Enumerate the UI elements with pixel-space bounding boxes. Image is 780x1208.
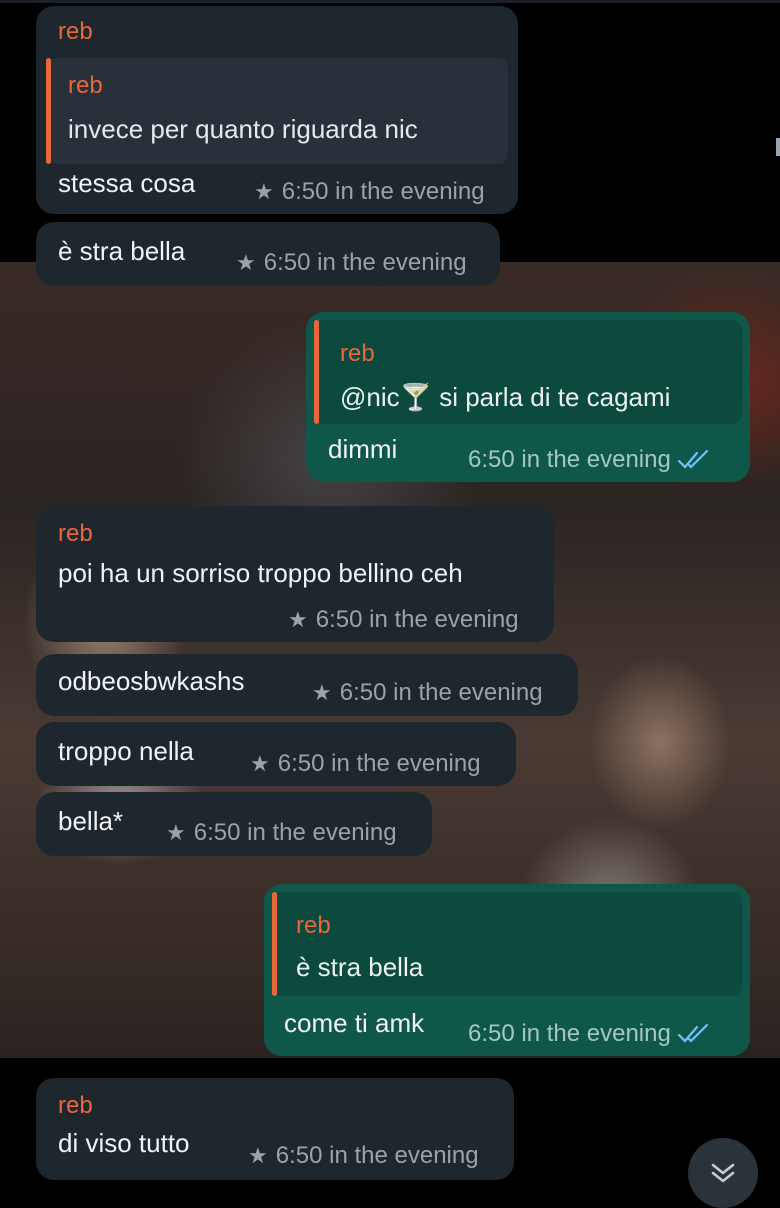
message-bubble[interactable]: è stra bella ★ 6:50 in the evening (36, 222, 500, 286)
chevron-double-down-icon (711, 1163, 735, 1183)
double-check-icon (677, 449, 708, 469)
message-text: dimmi (328, 434, 398, 464)
message-bubble[interactable]: odbeosbwkashs ★ 6:50 in the evening (36, 654, 578, 716)
message-time: 6:50 in the evening (468, 446, 671, 473)
message-bubble[interactable]: troppo nella ★ 6:50 in the evening (36, 722, 516, 786)
reply-quote[interactable]: reb è stra bella (272, 892, 742, 996)
message-text: odbeosbwkashs (58, 666, 245, 696)
scroll-to-bottom-button[interactable] (688, 1138, 758, 1208)
star-icon: ★ (254, 179, 274, 204)
quote-sender: reb (68, 72, 103, 99)
message-time: 6:50 in the evening (468, 1020, 671, 1047)
top-divider (0, 0, 780, 3)
star-icon: ★ (236, 250, 256, 275)
message-meta: ★ 6:50 in the evening (288, 606, 519, 634)
sender-name[interactable]: reb (58, 18, 93, 46)
message-text: di viso tutto (58, 1128, 190, 1158)
message-meta: ★ 6:50 in the evening (166, 819, 397, 847)
message-bubble[interactable]: reb reb invece per quanto riguarda nic s… (36, 6, 518, 214)
quote-text: è stra bella (296, 952, 424, 982)
message-time: 6:50 in the evening (193, 819, 397, 846)
sender-name[interactable]: reb (58, 1092, 93, 1120)
message-time: 6:50 in the evening (263, 249, 467, 276)
message-meta: ★ 6:50 in the evening (250, 750, 481, 778)
message-text: poi ha un sorriso troppo bellino ceh (58, 558, 463, 588)
message-time: 6:50 in the evening (339, 679, 543, 706)
quote-bar (314, 320, 319, 424)
scrollbar-thumb[interactable] (776, 138, 780, 156)
message-time: 6:50 in the evening (275, 1142, 479, 1169)
message-bubble[interactable]: reb poi ha un sorriso troppo bellino ceh… (36, 506, 554, 642)
star-icon: ★ (312, 680, 332, 705)
star-icon: ★ (288, 607, 308, 632)
message-text: è stra bella (58, 236, 186, 266)
message-text: come ti amk (284, 1008, 425, 1038)
quote-sender: reb (340, 340, 375, 367)
quote-bar (272, 892, 277, 996)
star-icon: ★ (250, 751, 270, 776)
message-meta: 6:50 in the evening (468, 1020, 711, 1048)
message-bubble-outgoing[interactable]: reb @nic🍸 si parla di te cagami dimmi 6:… (306, 312, 750, 482)
sender-name[interactable]: reb (58, 520, 93, 548)
star-icon: ★ (166, 820, 186, 845)
double-check-icon (677, 1023, 708, 1043)
message-bubble-outgoing[interactable]: reb è stra bella come ti amk 6:50 in the… (264, 884, 750, 1056)
message-text: bella* (58, 806, 124, 836)
message-time: 6:50 in the evening (281, 178, 485, 205)
message-meta: ★ 6:50 in the evening (248, 1142, 479, 1170)
message-time: 6:50 in the evening (315, 606, 519, 633)
reply-quote[interactable]: reb invece per quanto riguarda nic (46, 58, 508, 164)
quote-text: @nic🍸 si parla di te cagami (340, 382, 671, 412)
quote-bar (46, 58, 51, 164)
reply-quote[interactable]: reb @nic🍸 si parla di te cagami (314, 320, 742, 424)
star-icon: ★ (248, 1143, 268, 1168)
quote-text: invece per quanto riguarda nic (68, 114, 418, 144)
message-bubble[interactable]: bella* ★ 6:50 in the evening (36, 792, 432, 856)
message-meta: ★ 6:50 in the evening (236, 249, 467, 277)
message-bubble[interactable]: reb di viso tutto ★ 6:50 in the evening (36, 1078, 514, 1180)
message-meta: ★ 6:50 in the evening (254, 178, 485, 206)
message-meta: ★ 6:50 in the evening (312, 679, 543, 707)
message-time: 6:50 in the evening (277, 750, 481, 777)
message-meta: 6:50 in the evening (468, 446, 711, 474)
message-text: stessa cosa (58, 168, 196, 198)
message-text: troppo nella (58, 736, 194, 766)
quote-sender: reb (296, 912, 331, 939)
